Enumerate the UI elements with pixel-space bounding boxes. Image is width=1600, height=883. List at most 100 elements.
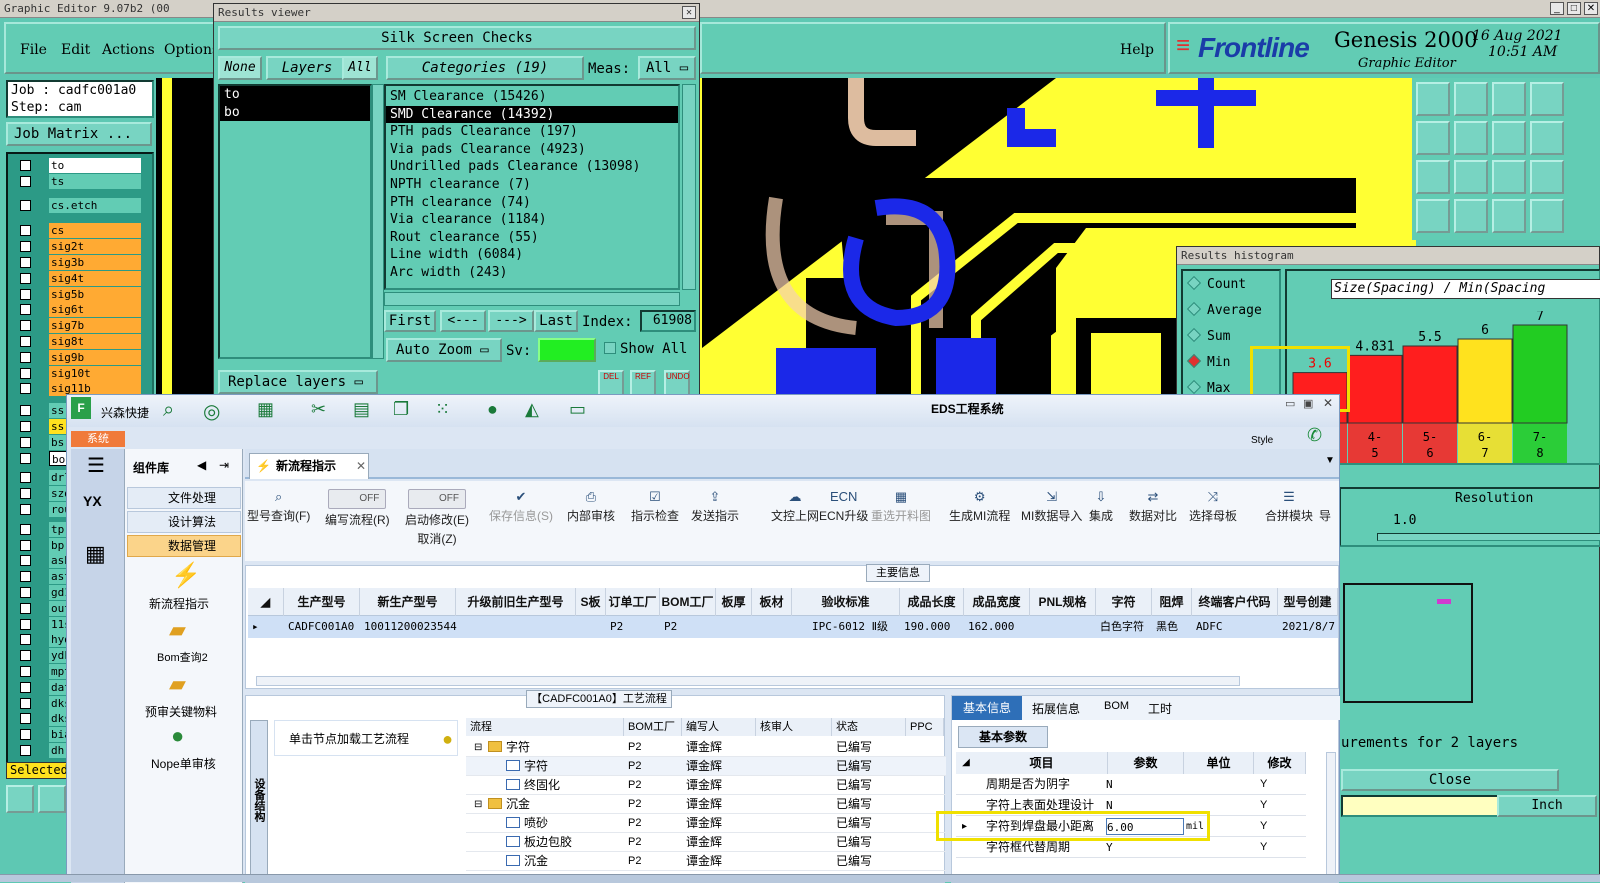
layer-name[interactable]: sig2t <box>49 239 141 255</box>
layer-row[interactable]: to <box>16 158 161 173</box>
category-item[interactable]: Via clearance (1184) <box>386 211 678 229</box>
layer-name[interactable]: sig9b <box>49 349 141 365</box>
measure-icon[interactable] <box>1416 199 1450 233</box>
rotate-icon[interactable] <box>1530 121 1564 155</box>
hist-option[interactable]: Sum <box>1186 327 1230 344</box>
layer-checkbox[interactable] <box>20 199 31 211</box>
grid-header-cell[interactable]: 订单工厂 <box>606 588 660 616</box>
grid-icon[interactable]: ⁙ <box>435 399 450 420</box>
layer-name[interactable]: sig3b <box>49 255 141 270</box>
grid-cell[interactable] <box>576 616 606 638</box>
histogram-bar[interactable] <box>1457 338 1513 424</box>
toolbar-button[interactable]: ⚙ 生成MI流程 <box>949 489 1010 524</box>
table-icon[interactable]: ▦ <box>257 399 274 420</box>
auto-zoom-select[interactable]: Auto Zoom ▭ <box>386 338 502 362</box>
layer-checkbox[interactable] <box>20 697 31 709</box>
category-item[interactable]: Via pads Clearance (4923) <box>386 141 678 159</box>
toolbar-button[interactable]: OFF 编写流程(R) <box>325 489 390 528</box>
layer-name[interactable]: cs <box>49 223 141 239</box>
lib-icon-bom[interactable]: Bom查询2 <box>157 649 208 665</box>
layer-name[interactable]: ts <box>49 173 141 189</box>
tab-basic-info[interactable]: 基本信息 <box>952 696 1022 720</box>
categories-list[interactable]: SM Clearance (15426) SMD Clearance (14392… <box>384 84 680 290</box>
flow-row[interactable]: ⊟ 沉金 P2 谭金辉 已编写 <box>466 795 946 814</box>
silk-screen-header[interactable]: Silk Screen Checks <box>218 26 696 50</box>
prev-button[interactable]: <--- <box>440 310 486 332</box>
layer-checkbox[interactable] <box>20 523 31 535</box>
grid-header-cell[interactable]: 新生产型号 <box>360 588 456 616</box>
layer-checkbox[interactable] <box>20 681 31 693</box>
minimize-icon[interactable]: _ <box>1549 2 1564 15</box>
layer-checkbox[interactable] <box>20 351 31 363</box>
menu-help[interactable]: Help <box>1120 42 1154 58</box>
toolbar-button[interactable]: ☁ 文控上网 <box>771 489 819 524</box>
categories-button[interactable]: Categories (19) <box>386 56 584 80</box>
layer-checkbox[interactable] <box>20 436 31 448</box>
eds-app-icon[interactable]: F <box>71 397 91 419</box>
category-item[interactable]: Arc width (243) <box>386 264 678 282</box>
layer-checkbox[interactable] <box>20 539 31 551</box>
folder-icon[interactable]: ▰ <box>169 617 186 643</box>
param-row[interactable]: 周期是否为阴字 N Y <box>956 774 1306 795</box>
grid-header-cell[interactable]: 字符 <box>1096 588 1152 616</box>
grid-header-cell[interactable]: 阻焊 <box>1152 588 1192 616</box>
style-label[interactable]: Style <box>1251 435 1273 446</box>
grid-cell[interactable]: 黑色 <box>1152 616 1192 638</box>
layer-checkbox[interactable] <box>20 634 31 646</box>
layer-row[interactable]: sig6t <box>16 302 161 318</box>
lightning-icon[interactable]: ⚡ <box>171 561 201 590</box>
close-icon[interactable]: ✕ <box>1584 2 1598 15</box>
layer-checkbox[interactable] <box>20 713 31 725</box>
lib-icon-nope[interactable]: Nope单审核 <box>151 755 216 772</box>
grid-header-cell[interactable]: 成品宽度 <box>964 588 1030 616</box>
layer-name[interactable]: sig6t <box>49 302 141 318</box>
menu-file[interactable]: File <box>20 42 47 58</box>
list-item[interactable]: to <box>220 86 370 104</box>
frame-icon[interactable] <box>1530 82 1564 116</box>
net-icon[interactable] <box>1530 199 1564 233</box>
layer-checkbox[interactable] <box>20 367 31 379</box>
toolbar-button[interactable]: ☰ 合拼模块 <box>1265 489 1313 524</box>
layer-name[interactable]: to <box>49 158 141 173</box>
grid-cell[interactable]: 190.000 <box>900 616 964 638</box>
layer-checkbox[interactable] <box>20 175 31 187</box>
categories-scrollbar[interactable] <box>682 84 696 290</box>
flow-row[interactable]: 板边包胶 P2 谭金辉 已编写 <box>466 833 946 852</box>
grid-header-cell[interactable]: BOM工厂 <box>660 588 716 616</box>
toolbar-button[interactable]: ⇩ 集成 <box>1089 489 1113 524</box>
next-button[interactable]: ---> <box>488 310 534 332</box>
radio-icon[interactable] <box>1186 379 1202 395</box>
grid-cell[interactable]: 162.000 <box>964 616 1030 638</box>
job-matrix-button[interactable]: Job Matrix ... <box>6 122 152 146</box>
maximize-icon[interactable]: □ <box>1566 2 1581 15</box>
help-icon[interactable] <box>1530 160 1564 194</box>
chevron-left-icon[interactable]: ◀ <box>197 458 206 472</box>
layer-checkbox[interactable] <box>20 452 31 464</box>
layer-checkbox[interactable] <box>20 587 31 598</box>
toolbar-button[interactable]: ☑ 指示检查 <box>631 489 679 524</box>
folder-icon[interactable]: ▰ <box>169 671 186 697</box>
layer-checkbox[interactable] <box>20 618 31 630</box>
grid-cell[interactable]: 白色字符 <box>1096 616 1152 638</box>
collapse-icon[interactable]: ⊟ <box>474 738 482 757</box>
last-button[interactable]: Last <box>534 310 578 332</box>
layer-list-scrollbar[interactable] <box>372 84 384 359</box>
menu-options[interactable]: Options <box>164 42 219 58</box>
layer-row[interactable]: sig8t <box>16 334 161 349</box>
grid-cell[interactable] <box>1030 616 1096 638</box>
snap-icon[interactable] <box>1492 199 1526 233</box>
toggle-switch[interactable]: OFF <box>408 489 466 509</box>
flow-row[interactable]: 终固化 P2 谭金辉 已编写 <box>466 776 946 795</box>
grid-cell[interactable]: CADFC001A0 <box>284 616 360 638</box>
chart-icon[interactable]: ◭ <box>525 399 539 420</box>
toolbar-button[interactable]: ⌕ 型号查询(F) <box>247 489 310 524</box>
layer-row[interactable]: sig2t <box>16 239 161 255</box>
categories-hscrollbar[interactable] <box>384 292 680 306</box>
eds-max-icon[interactable]: ▣ <box>1303 397 1313 410</box>
hist-option[interactable]: Min <box>1186 353 1230 370</box>
home-icon[interactable] <box>1492 82 1526 116</box>
grid-header-cell[interactable]: 验收标准 <box>792 588 900 616</box>
meas-select[interactable]: All ▭ <box>638 56 696 80</box>
grid-header-cell[interactable]: S板 <box>576 588 606 616</box>
layer-row[interactable]: ts <box>16 173 161 189</box>
